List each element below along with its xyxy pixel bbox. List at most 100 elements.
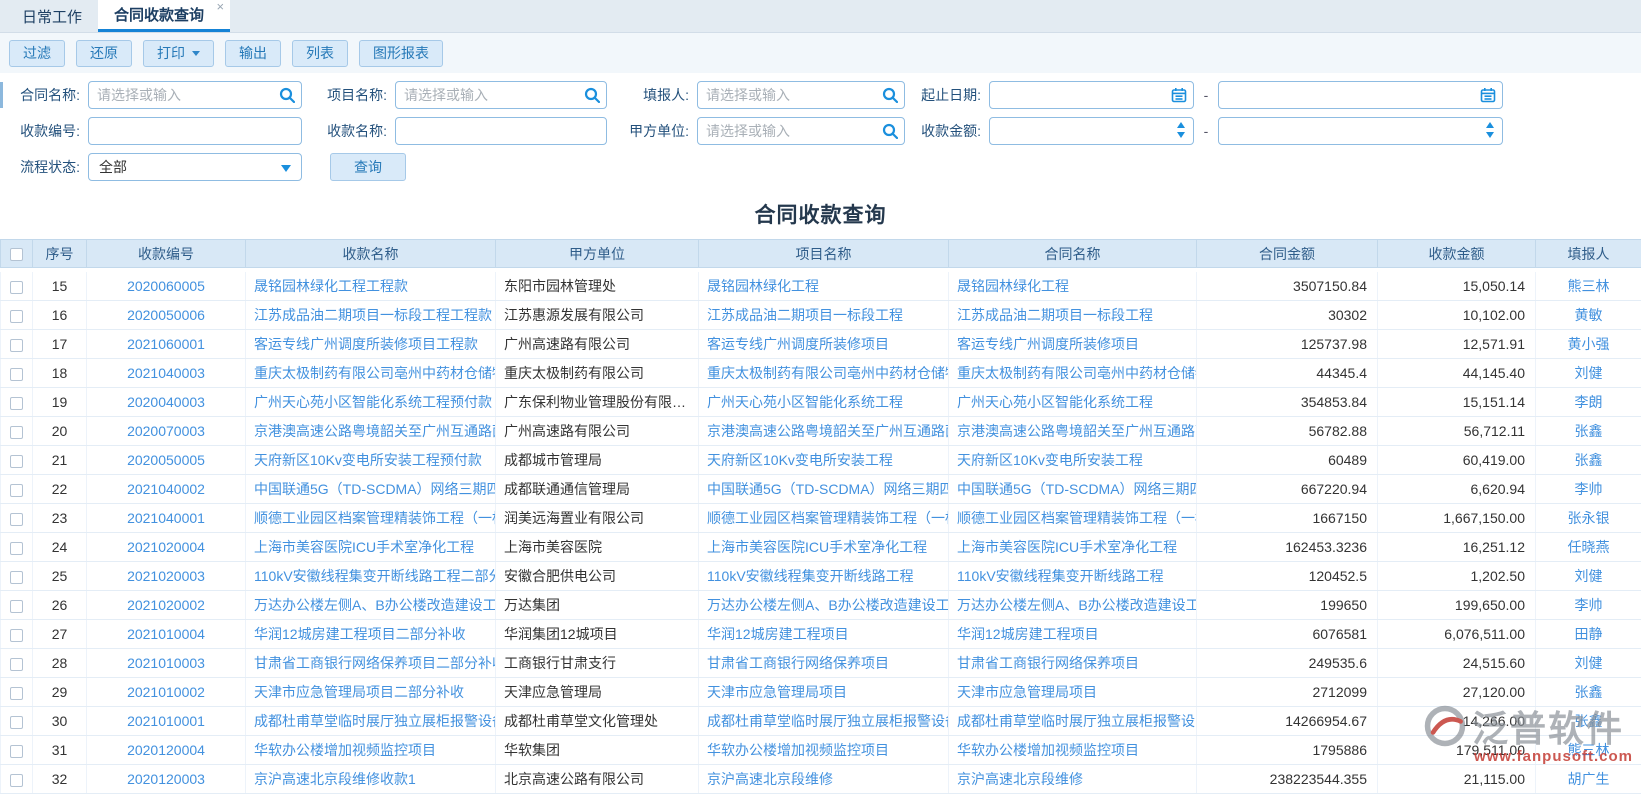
graph-report-button[interactable]: 图形报表	[359, 40, 443, 67]
project-name-link[interactable]: 110kV安徽线程集变开断线路工程	[707, 568, 914, 584]
spin-down-icon[interactable]	[1177, 132, 1185, 138]
receipt-name-link[interactable]: 110kV安徽线程集变开断线路工程二部分补	[254, 568, 496, 584]
amount-from-input[interactable]	[989, 117, 1194, 145]
project-name-link[interactable]: 江苏成品油二期项目一标段工程	[707, 307, 903, 323]
search-icon[interactable]	[584, 87, 600, 103]
receipt-name-link[interactable]: 京沪高速北京段维修收款1	[254, 771, 416, 787]
reporter-link[interactable]: 张鑫	[1575, 684, 1603, 700]
receipt-code-link[interactable]: 2020050006	[127, 307, 205, 323]
contract-name-link[interactable]: 顺德工业园区档案管理精装饰工程（一标段	[957, 510, 1197, 526]
flow-status-select[interactable]: 全部	[88, 153, 302, 181]
calendar-icon[interactable]	[1171, 87, 1187, 103]
amount-to-input[interactable]	[1218, 117, 1503, 145]
reporter-link[interactable]: 刘健	[1575, 655, 1603, 671]
receipt-code-link[interactable]: 2021010004	[127, 626, 205, 642]
reporter-link[interactable]: 田静	[1575, 626, 1603, 642]
contract-name-link[interactable]: 华润12城房建工程项目	[957, 626, 1099, 642]
receipt-code-link[interactable]: 2021010003	[127, 655, 205, 671]
receipt-name-link[interactable]: 天津市应急管理局项目二部分补收	[254, 684, 464, 700]
reporter-link[interactable]: 胡广生	[1568, 771, 1610, 787]
project-name-link[interactable]: 中国联通5G（TD-SCDMA）网络三期四川	[707, 481, 949, 497]
date-from-input[interactable]	[989, 81, 1194, 109]
receipt-code-link[interactable]: 2021040001	[127, 510, 205, 526]
row-checkbox[interactable]	[10, 281, 23, 294]
receipt-name-link[interactable]: 华润12城房建工程项目二部分补收	[254, 626, 466, 642]
reporter-link[interactable]: 李朗	[1575, 394, 1603, 410]
receipt-code-link[interactable]: 2021020004	[127, 539, 205, 555]
receipt-name-link[interactable]: 天府新区10Kv变电所安装工程预付款	[254, 452, 482, 468]
receipt-name-link[interactable]: 成都杜甫草堂临时展厅独立展柜报警设备安	[254, 713, 496, 729]
spin-up-icon[interactable]	[1486, 122, 1494, 128]
tab-daily-work[interactable]: 日常工作	[6, 0, 98, 32]
reporter-link[interactable]: 李帅	[1575, 597, 1603, 613]
row-checkbox[interactable]	[10, 629, 23, 642]
reporter-link[interactable]: 黄敏	[1575, 307, 1603, 323]
contract-name-link[interactable]: 中国联通5G（TD-SCDMA）网络三期四	[957, 481, 1197, 497]
receipt-code-link[interactable]: 2021040002	[127, 481, 205, 497]
row-checkbox[interactable]	[10, 397, 23, 410]
search-icon[interactable]	[882, 87, 898, 103]
receipt-name-link[interactable]: 重庆太极制药有限公司亳州中药材仓储物流	[254, 365, 496, 381]
receipt-name-link[interactable]: 上海市美容医院ICU手术室净化工程	[254, 539, 474, 555]
receipt-code-link[interactable]: 2021040003	[127, 365, 205, 381]
project-name-link[interactable]: 客运专线广州调度所装修项目	[707, 336, 889, 352]
contract-name-link[interactable]: 京沪高速北京段维修	[957, 771, 1083, 787]
receipt-name-link[interactable]: 华软办公楼增加视频监控项目	[254, 742, 436, 758]
contract-name-link[interactable]: 万达办公楼左侧A、B办公楼改造建设工程	[957, 597, 1197, 613]
project-name-link[interactable]: 上海市美容医院ICU手术室净化工程	[707, 539, 927, 555]
reporter-link[interactable]: 张鑫	[1575, 713, 1603, 729]
reporter-link[interactable]: 任晓燕	[1568, 539, 1610, 555]
tab-contract-receipt-query[interactable]: 合同收款查询 ×	[98, 0, 230, 32]
calendar-icon[interactable]	[1480, 87, 1496, 103]
spin-up-icon[interactable]	[1177, 122, 1185, 128]
row-checkbox[interactable]	[10, 774, 23, 787]
reporter-link[interactable]: 刘健	[1575, 568, 1603, 584]
receipt-name-link[interactable]: 甘肃省工商银行网络保养项目二部分补收	[254, 655, 496, 671]
filter-button[interactable]: 过滤	[9, 40, 65, 67]
contract-name-link[interactable]: 天津市应急管理局项目	[957, 684, 1097, 700]
row-checkbox[interactable]	[10, 716, 23, 729]
project-name-link[interactable]: 重庆太极制药有限公司亳州中药材仓储物流配	[707, 365, 949, 381]
project-name-link[interactable]: 顺德工业园区档案管理精装饰工程（一标段	[707, 510, 949, 526]
print-button[interactable]: 打印	[143, 40, 214, 67]
contract-name-link[interactable]: 客运专线广州调度所装修项目	[957, 336, 1139, 352]
restore-button[interactable]: 还原	[76, 40, 132, 67]
row-checkbox[interactable]	[10, 368, 23, 381]
contract-name-link[interactable]: 晟铭园林绿化工程	[957, 278, 1069, 294]
contract-name-link[interactable]: 广州天心苑小区智能化系统工程	[957, 394, 1153, 410]
row-checkbox[interactable]	[10, 745, 23, 758]
export-button[interactable]: 输出	[225, 40, 281, 67]
receipt-name-link[interactable]: 广州天心苑小区智能化系统工程预付款	[254, 394, 492, 410]
receipt-no-input[interactable]	[88, 117, 302, 145]
row-checkbox[interactable]	[10, 600, 23, 613]
project-name-link[interactable]: 京沪高速北京段维修	[707, 771, 833, 787]
row-checkbox[interactable]	[10, 484, 23, 497]
project-name-input[interactable]	[395, 81, 607, 109]
row-checkbox[interactable]	[10, 687, 23, 700]
receipt-name-link[interactable]: 江苏成品油二期项目一标段工程工程款	[254, 307, 492, 323]
contract-name-link[interactable]: 成都杜甫草堂临时展厅独立展柜报警设	[957, 713, 1195, 729]
project-name-link[interactable]: 京港澳高速公路粤境韶关至广州互通路面改	[707, 423, 949, 439]
receipt-code-link[interactable]: 2020070003	[127, 423, 205, 439]
date-to-input[interactable]	[1218, 81, 1503, 109]
project-name-link[interactable]: 成都杜甫草堂临时展厅独立展柜报警设备安	[707, 713, 949, 729]
reporter-link[interactable]: 张鑫	[1575, 423, 1603, 439]
reporter-link[interactable]: 黄小强	[1568, 336, 1610, 352]
receipt-name-link[interactable]: 万达办公楼左侧A、B办公楼改造建设工程	[254, 597, 496, 613]
project-name-link[interactable]: 华润12城房建工程项目	[707, 626, 849, 642]
project-name-link[interactable]: 万达办公楼左侧A、B办公楼改造建设工程	[707, 597, 949, 613]
contract-name-link[interactable]: 京港澳高速公路粤境韶关至广州互通路面改	[957, 423, 1197, 439]
row-checkbox[interactable]	[10, 542, 23, 555]
reporter-link[interactable]: 张鑫	[1575, 452, 1603, 468]
row-checkbox[interactable]	[10, 658, 23, 671]
query-button[interactable]: 查询	[330, 153, 406, 181]
row-checkbox[interactable]	[10, 571, 23, 584]
reporter-link[interactable]: 熊三林	[1568, 742, 1610, 758]
receipt-code-link[interactable]: 2020050005	[127, 452, 205, 468]
receipt-code-link[interactable]: 2020120003	[127, 771, 205, 787]
contract-name-link[interactable]: 天府新区10Kv变电所安装工程	[957, 452, 1143, 468]
reporter-input[interactable]	[697, 81, 905, 109]
receipt-name-link[interactable]: 京港澳高速公路粤境韶关至广州互通路面改	[254, 423, 496, 439]
contract-name-link[interactable]: 110kV安徽线程集变开断线路工程	[957, 568, 1164, 584]
select-all-checkbox[interactable]	[10, 248, 23, 261]
